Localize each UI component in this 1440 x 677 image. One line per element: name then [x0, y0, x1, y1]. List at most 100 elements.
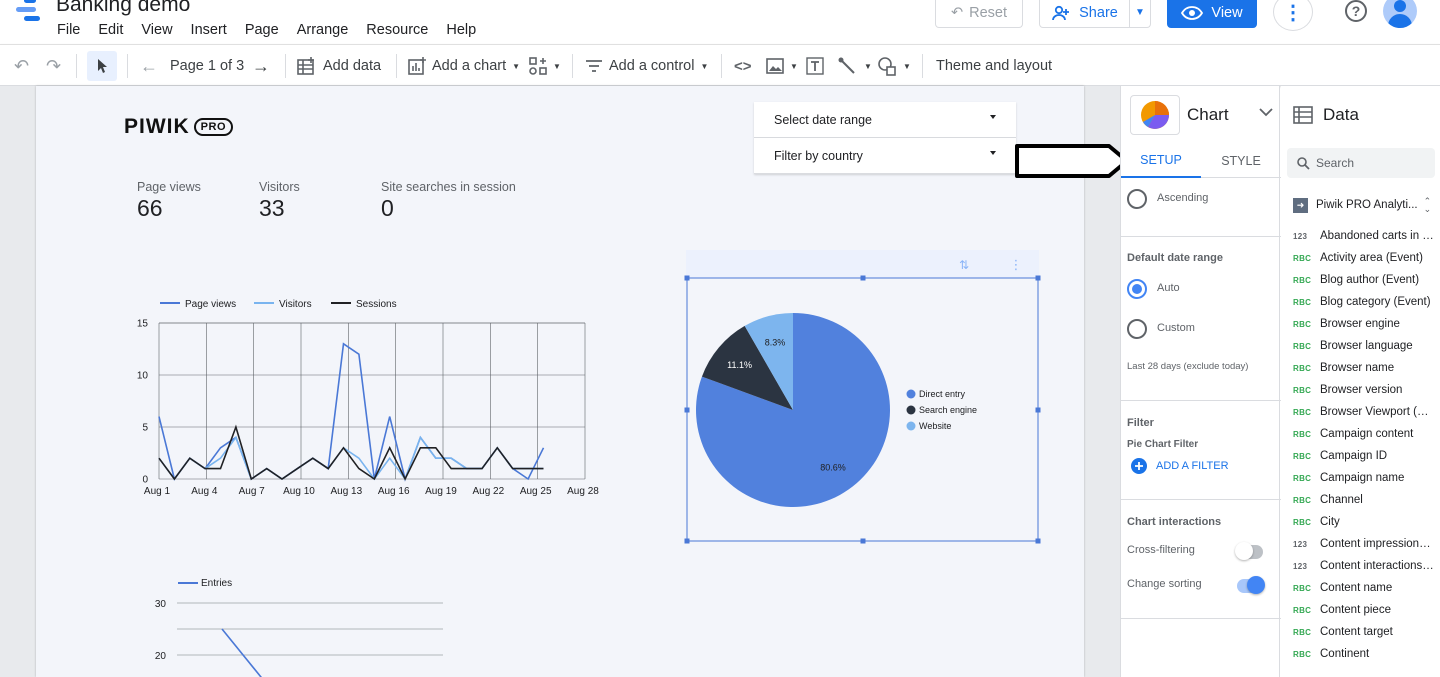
- text-type-icon: RBC: [1293, 385, 1312, 395]
- search-placeholder: Search: [1316, 156, 1355, 170]
- kpi-label: Site searches in session: [381, 180, 516, 194]
- embed-code-icon[interactable]: <>: [734, 45, 752, 87]
- image-icon[interactable]: ▼: [766, 45, 798, 87]
- resize-handle: [1035, 275, 1041, 281]
- data-source-item[interactable]: ➜ Piwik PRO Analyti... ⌃ ⌄: [1281, 194, 1440, 216]
- reset-button[interactable]: ↶ Reset: [935, 0, 1023, 28]
- previous-page-icon[interactable]: ←: [140, 45, 158, 87]
- field-item[interactable]: RBC Browser version: [1281, 379, 1440, 401]
- text-type-icon: RBC: [1293, 407, 1312, 417]
- help-icon[interactable]: ?: [1345, 0, 1367, 22]
- menu-item-arrange[interactable]: Arrange: [297, 22, 349, 38]
- field-search-input[interactable]: Search: [1287, 148, 1435, 178]
- tab-style[interactable]: STYLE: [1201, 144, 1281, 178]
- field-item[interactable]: RBC Blog category (Event): [1281, 291, 1440, 313]
- cross-filtering-toggle[interactable]: [1235, 542, 1263, 560]
- chart-type-selector[interactable]: [1130, 95, 1180, 135]
- select-tool-icon[interactable]: [87, 51, 117, 81]
- time-series-chart[interactable]: 0 5 10 15 Aug 1 Aug 4 Aug 7 Aug 10 Aug 13 Aug 16 A…: [120, 290, 620, 500]
- auto-label: Auto: [1157, 282, 1180, 294]
- avatar[interactable]: [1383, 0, 1417, 28]
- menu-item-help[interactable]: Help: [446, 22, 476, 38]
- menu-item-file[interactable]: File: [57, 22, 80, 38]
- arrow-shape[interactable]: [1015, 143, 1131, 179]
- ascending-label: Ascending: [1157, 192, 1209, 204]
- add-data-icon: [297, 57, 314, 75]
- legend-label: Entries: [201, 578, 232, 589]
- app-logo-icon[interactable]: [14, 0, 42, 24]
- field-name: City: [1320, 516, 1340, 528]
- theme-layout-button[interactable]: Theme and layout: [936, 45, 1052, 87]
- field-item[interactable]: RBC Campaign name: [1281, 467, 1440, 489]
- resize-handle: [684, 407, 690, 413]
- field-item[interactable]: RBC Content target: [1281, 621, 1440, 643]
- undo-icon[interactable]: ↶: [14, 45, 29, 87]
- entries-chart[interactable]: Entries 30 20: [140, 572, 460, 677]
- redo-icon[interactable]: ↷: [46, 45, 61, 87]
- more-options-icon[interactable]: ⋮: [1273, 0, 1313, 31]
- tab-setup[interactable]: SETUP: [1121, 144, 1201, 178]
- section-title: Filter: [1127, 417, 1154, 429]
- change-sorting-toggle[interactable]: [1237, 576, 1265, 594]
- field-item[interactable]: RBC Browser engine: [1281, 313, 1440, 335]
- field-item[interactable]: RBC City: [1281, 511, 1440, 533]
- field-item[interactable]: RBC Activity area (Event): [1281, 247, 1440, 269]
- kpi-value: 0: [381, 195, 394, 221]
- field-item[interactable]: RBC Channel: [1281, 489, 1440, 511]
- cross-filtering-label: Cross-filtering: [1127, 544, 1195, 556]
- field-item[interactable]: RBC Campaign content: [1281, 423, 1440, 445]
- menu-item-edit[interactable]: Edit: [98, 22, 123, 38]
- line-icon[interactable]: ▼: [838, 45, 872, 87]
- field-item[interactable]: RBC Browser language: [1281, 335, 1440, 357]
- menu-item-page[interactable]: Page: [245, 22, 279, 38]
- menu-item-insert[interactable]: Insert: [191, 22, 227, 38]
- custom-radio[interactable]: [1127, 319, 1147, 339]
- pie-chart[interactable]: ⇅ ⋮ 80.6% 11.1% 8.3% Direct entry Search engin…: [683, 250, 1045, 547]
- field-item[interactable]: RBC Blog author (Event): [1281, 269, 1440, 291]
- add-filter-button[interactable]: ADD A FILTER: [1131, 458, 1229, 474]
- page-indicator: Page 1 of 3: [170, 58, 245, 74]
- dropdown-caret-icon: [990, 151, 996, 155]
- field-item[interactable]: RBC Browser name: [1281, 357, 1440, 379]
- kpi-visitors[interactable]: Visitors 33: [259, 180, 300, 222]
- text-type-icon: RBC: [1293, 495, 1312, 505]
- date-range-hint: Last 28 days (exclude today): [1127, 361, 1249, 372]
- country-filter-control[interactable]: Filter by country: [754, 138, 1016, 174]
- share-dropdown-icon[interactable]: ▼: [1130, 7, 1150, 18]
- date-range-control[interactable]: Select date range: [754, 102, 1016, 138]
- chevron-down-icon[interactable]: [1259, 104, 1273, 122]
- y-tick-label: 30: [155, 599, 167, 610]
- app-header: Banking demo File Edit View Insert Page Arran…: [0, 0, 1440, 44]
- properties-panel: Chart SETUP STYLE Ascending Default date…: [1120, 86, 1281, 677]
- view-button[interactable]: View: [1167, 0, 1257, 28]
- next-page-icon[interactable]: →: [252, 45, 270, 87]
- text-type-icon: RBC: [1293, 649, 1312, 659]
- menu-item-view[interactable]: View: [141, 22, 172, 38]
- text-box-icon[interactable]: [806, 45, 824, 87]
- field-item[interactable]: RBC Content name: [1281, 577, 1440, 599]
- add-data-button[interactable]: Add data: [297, 45, 381, 87]
- field-name: Channel: [1320, 494, 1363, 506]
- kpi-site-searches[interactable]: Site searches in session 0: [381, 180, 516, 222]
- auto-radio[interactable]: [1127, 279, 1147, 299]
- field-item[interactable]: RBC Content piece: [1281, 599, 1440, 621]
- field-name: Continent: [1320, 648, 1370, 660]
- filter-list-icon: [586, 60, 602, 72]
- add-control-button[interactable]: Add a control ▼: [585, 45, 708, 87]
- field-item[interactable]: 123 Content interactions i...: [1281, 555, 1440, 577]
- field-item[interactable]: RBC Campaign ID: [1281, 445, 1440, 467]
- expand-collapse-icon[interactable]: ⌃ ⌄: [1424, 197, 1432, 214]
- section-title: Chart interactions: [1127, 516, 1222, 528]
- field-item[interactable]: RBC Browser Viewport (Se...: [1281, 401, 1440, 423]
- share-button[interactable]: Share ▼: [1039, 0, 1151, 28]
- menu-item-resource[interactable]: Resource: [366, 22, 428, 38]
- add-chart-button[interactable]: Add a chart ▼: [408, 45, 520, 87]
- field-item[interactable]: 123 Content impressions ...: [1281, 533, 1440, 555]
- field-item[interactable]: RBC Continent: [1281, 643, 1440, 665]
- kpi-page-views[interactable]: Page views 66: [137, 180, 201, 222]
- report-title[interactable]: Banking demo: [56, 0, 190, 17]
- community-viz-button[interactable]: ▼: [529, 45, 561, 87]
- ascending-radio[interactable]: [1127, 189, 1147, 209]
- shape-icon[interactable]: ▼: [877, 45, 911, 87]
- field-item[interactable]: 123 Abandoned carts in s...: [1281, 225, 1440, 247]
